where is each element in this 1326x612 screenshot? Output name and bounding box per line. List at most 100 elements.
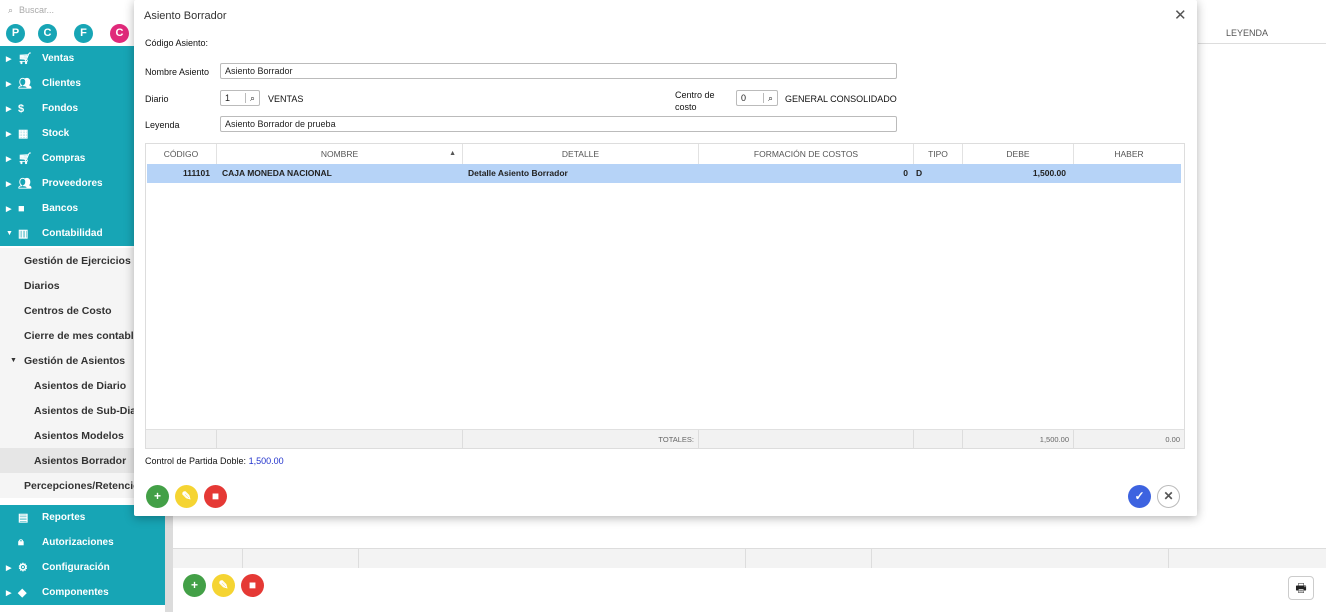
caret-right-icon: ▶ <box>6 105 12 113</box>
cart-icon: 🛒︎ <box>18 53 32 65</box>
add-button[interactable]: + <box>183 574 206 597</box>
delete-line-button[interactable]: ■ <box>204 485 227 508</box>
centro-costo-code-input[interactable]: 0 ⌕ <box>736 90 778 106</box>
confirm-button[interactable]: ✓ <box>1128 485 1151 508</box>
check-icon: ✓ <box>1134 489 1145 503</box>
sidebar-item-label: Contabilidad <box>42 228 103 239</box>
add-line-button[interactable]: + <box>146 485 169 508</box>
caret-right-icon: ▶ <box>6 564 12 572</box>
totals-cell <box>914 430 963 449</box>
column-divider <box>1168 548 1169 568</box>
cell-detalle: Detalle Asiento Borrador <box>468 168 568 178</box>
book-icon: ▥ <box>18 228 29 240</box>
search-placeholder: Buscar... <box>19 5 55 15</box>
sidebar-item-label: Stock <box>42 128 70 139</box>
users-icon: 👥︎ <box>18 78 32 90</box>
caret-right-icon: ▶ <box>6 130 12 138</box>
table-row[interactable]: 111101 CAJA MONEDA NACIONAL Detalle Asie… <box>147 164 1181 183</box>
cell-haber <box>1075 164 1175 183</box>
control-label: Control de Partida Doble: <box>145 456 247 466</box>
edit-button[interactable]: ✎ <box>212 574 235 597</box>
diario-name: VENTAS <box>268 94 304 104</box>
caret-right-icon: ▶ <box>6 155 12 163</box>
sidebar-item-label: Reportes <box>42 512 86 523</box>
asiento-lines-table: CÓDIGO NOMBRE ▲ DETALLE FORMACIÓN DE COST… <box>145 143 1185 449</box>
avatar[interactable]: C <box>110 24 129 43</box>
centro-costo-label: Centro de <box>675 90 715 100</box>
column-header-formacion[interactable]: FORMACIÓN DE COSTOS <box>699 144 914 164</box>
nombre-asiento-input[interactable]: Asiento Borrador <box>220 63 897 79</box>
sidebar-item-label: Ventas <box>42 53 75 64</box>
caret-down-icon: ▼ <box>6 230 13 237</box>
caret-right-icon: ▶ <box>6 55 12 63</box>
diario-code: 1 <box>225 93 231 103</box>
totals-cell <box>699 430 914 449</box>
column-header-detalle[interactable]: DETALLE <box>463 144 699 164</box>
search-icon: ⌕ <box>8 5 14 15</box>
sidebar-item-configuracion[interactable]: ▶ ⚙ Configuración <box>0 555 165 580</box>
sidebar-item-label: Bancos <box>42 203 79 214</box>
centro-code: 0 <box>741 93 747 103</box>
search-icon[interactable]: ⌕ <box>762 93 773 103</box>
briefcase-icon: ■ <box>18 202 25 215</box>
centro-costo-name: GENERAL CONSOLIDADO <box>785 94 897 104</box>
sidebar-item-label: Clientes <box>42 78 81 89</box>
background-leyenda-header: LEYENDA <box>1198 22 1326 44</box>
avatar[interactable]: F <box>74 24 93 43</box>
sidebar-item-autorizaciones[interactable]: 🔒︎ Autorizaciones <box>0 530 165 555</box>
dialog-title: Asiento Borrador <box>144 10 227 22</box>
delete-button[interactable]: ■ <box>241 574 264 597</box>
control-partida-doble: Control de Partida Doble: 1,500.00 <box>145 456 284 466</box>
leyenda-label: Leyenda <box>145 120 180 130</box>
gears-icon: ⚙ <box>18 562 28 574</box>
sidebar-item-label: Proveedores <box>42 178 103 189</box>
asiento-borrador-dialog: Asiento Borrador ✕ Código Asiento: Nombr… <box>134 0 1197 516</box>
caret-right-icon: ▶ <box>6 80 12 88</box>
caret-right-icon: ▶ <box>6 205 12 213</box>
sidebar-item-label: Fondos <box>42 103 79 114</box>
column-header-haber[interactable]: HABER <box>1074 144 1184 164</box>
centro-costo-label-2: costo <box>675 102 697 112</box>
avatar[interactable]: P <box>6 24 25 43</box>
sidebar-item-label: Configuración <box>42 562 110 573</box>
sidebar-item-label: Componentes <box>42 587 109 598</box>
totals-cell <box>146 430 217 449</box>
cell-tipo: D <box>916 168 923 178</box>
file-icon: ▤ <box>18 512 29 524</box>
caret-right-icon: ▶ <box>6 589 12 597</box>
avatar[interactable]: C <box>38 24 57 43</box>
cancel-button[interactable]: ✕ <box>1157 485 1180 508</box>
close-icon[interactable]: ✕ <box>1174 6 1187 24</box>
printer-icon: 🖶 <box>1295 581 1307 595</box>
diario-code-input[interactable]: 1 ⌕ <box>220 90 260 106</box>
column-divider <box>745 548 746 568</box>
leyenda-input[interactable]: Asiento Borrador de prueba <box>220 116 897 132</box>
column-header-nombre[interactable]: NOMBRE ▲ <box>217 144 463 164</box>
print-button[interactable]: 🖶 <box>1288 576 1314 600</box>
control-value: 1,500.00 <box>248 456 284 466</box>
diario-label: Diario <box>145 94 169 104</box>
column-header-label: NOMBRE <box>320 149 359 159</box>
edit-line-button[interactable]: ✎ <box>175 485 198 508</box>
users-icon: 👥︎ <box>18 178 32 190</box>
codigo-asiento-label: Código Asiento: <box>145 38 209 48</box>
sidebar-item-componentes[interactable]: ▶ ◆ Componentes <box>0 580 165 605</box>
column-header-tipo[interactable]: TIPO <box>914 144 963 164</box>
cell-formacion: 0 <box>903 168 908 178</box>
sidebar-item-label: Autorizaciones <box>42 537 114 548</box>
table-totals-row: TOTALES: 1,500.00 0.00 <box>146 429 1184 449</box>
column-divider <box>242 548 243 568</box>
search-icon[interactable]: ⌕ <box>244 93 255 103</box>
totales-label: TOTALES: <box>463 430 699 449</box>
column-header-debe[interactable]: DEBE <box>963 144 1074 164</box>
column-divider <box>358 548 359 568</box>
column-header-codigo[interactable]: CÓDIGO <box>146 144 217 164</box>
cell-debe: 1,500.00 <box>1032 168 1066 178</box>
caret-down-icon: ▼ <box>10 357 17 364</box>
totals-cell <box>217 430 463 449</box>
sort-asc-icon: ▲ <box>449 150 456 157</box>
cell-nombre: CAJA MONEDA NACIONAL <box>222 168 332 178</box>
caret-right-icon: ▶ <box>6 180 12 188</box>
close-icon: ✕ <box>1163 489 1174 503</box>
lock-icon: 🔒︎ <box>18 536 24 548</box>
